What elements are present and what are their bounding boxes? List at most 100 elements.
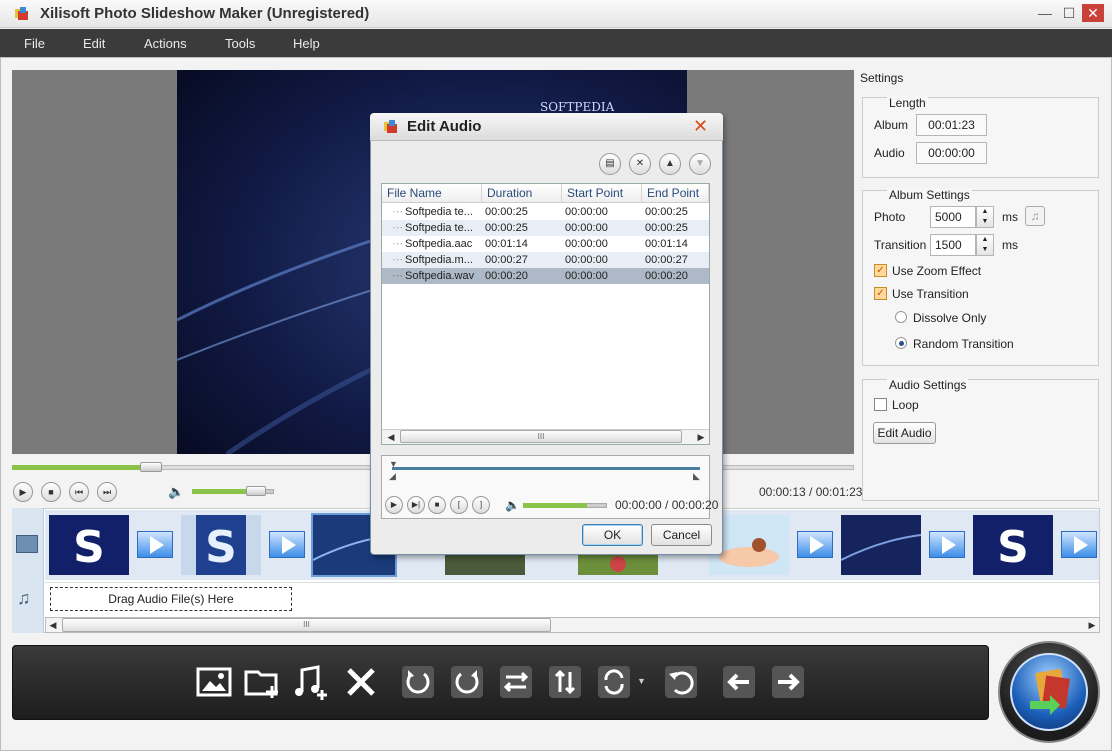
chevron-down-icon[interactable]: ▼ [637, 676, 646, 686]
use-transition-checkbox[interactable]: ✓ [874, 287, 887, 300]
transition-marker[interactable] [929, 531, 965, 558]
add-music-icon[interactable] [292, 664, 328, 700]
transition-marker[interactable] [797, 531, 833, 558]
add-photo-icon[interactable] [196, 664, 232, 700]
play-button[interactable]: ▶ [13, 482, 33, 502]
photo-duration-label: Photo [874, 210, 906, 224]
move-up-icon[interactable]: ▲ [659, 153, 681, 175]
photo-duration-stepper[interactable]: ▲ ▼ [976, 206, 994, 228]
end-point-cell: 00:01:14 [645, 238, 688, 250]
file-name-cell: Softpedia.wav [405, 270, 475, 282]
seek-handle[interactable] [140, 462, 162, 472]
volume-icon[interactable]: 🔈 [168, 484, 184, 500]
photo-thumbnail[interactable]: S [973, 515, 1053, 575]
transition-duration-input[interactable]: 1500 [930, 234, 976, 256]
photo-thumbnail[interactable] [841, 515, 921, 575]
transition-duration-stepper[interactable]: ▲ ▼ [976, 234, 994, 256]
seek-bar-progress [12, 465, 151, 470]
audio-play-selection-button[interactable]: ▶| [407, 496, 425, 514]
scroll-left-arrow[interactable]: ◀ [384, 430, 398, 444]
set-end-point-button[interactable]: ] [472, 496, 490, 514]
create-slideshow-icon[interactable] [1010, 653, 1088, 731]
photo-duration-input[interactable]: 5000 [930, 206, 976, 228]
audio-play-button[interactable]: ▶ [385, 496, 403, 514]
transition-marker[interactable] [137, 531, 173, 558]
menu-help[interactable]: Help [293, 36, 320, 51]
delete-icon[interactable] [343, 664, 379, 700]
remove-audio-icon[interactable]: ✕ [629, 153, 651, 175]
move-right-icon[interactable] [770, 664, 806, 700]
column-header-duration[interactable]: Duration [482, 184, 562, 203]
timeline-scroll-thumb[interactable]: III [62, 618, 551, 632]
start-point-cell: 00:00:00 [565, 222, 608, 234]
volume-handle[interactable] [246, 486, 266, 496]
audio-trim-range[interactable] [392, 467, 700, 470]
menu-tools[interactable]: Tools [225, 36, 255, 51]
photo-thumbnail[interactable] [578, 553, 658, 575]
edit-audio-button[interactable]: Edit Audio [873, 422, 936, 444]
minimize-button[interactable]: — [1034, 4, 1056, 22]
move-down-icon[interactable]: ▼ [689, 153, 711, 175]
transition-marker[interactable] [269, 531, 305, 558]
table-row-selected[interactable]: ⋯ Softpedia.wav 00:00:20 00:00:00 00:00:… [382, 268, 709, 284]
svg-text:S: S [73, 522, 105, 573]
set-start-point-button[interactable]: [ [450, 496, 468, 514]
scroll-left-arrow[interactable]: ◀ [46, 618, 60, 632]
volume-icon[interactable]: 🔈 [505, 498, 520, 512]
trim-start-handle-icon[interactable]: ◢ [389, 471, 396, 482]
previous-button[interactable]: ⏮ [69, 482, 89, 502]
transition-duration-label: Transition [874, 238, 927, 252]
transition-effect-icon[interactable] [596, 664, 632, 700]
menu-bar: File Edit Actions Tools Help [0, 29, 1112, 57]
zoom-effect-checkbox[interactable]: ✓ [874, 264, 887, 277]
add-folder-icon[interactable] [244, 664, 280, 700]
table-row[interactable]: ⋯ Softpedia.m... 00:00:27 00:00:00 00:00… [382, 252, 709, 268]
dialog-scroll-thumb[interactable]: III [400, 430, 682, 443]
transition-unit: ms [1002, 238, 1018, 252]
cancel-button[interactable]: Cancel [651, 524, 712, 546]
column-header-start-point[interactable]: Start Point [562, 184, 642, 203]
app-logo-icon [384, 120, 397, 133]
ok-button[interactable]: OK [582, 524, 643, 546]
playback-time: 00:00:13 / 00:01:23 [759, 485, 863, 499]
random-transition-radio[interactable] [895, 337, 907, 349]
rotate-right-icon[interactable] [449, 664, 485, 700]
dissolve-only-radio[interactable] [895, 311, 907, 323]
scroll-right-arrow[interactable]: ▶ [694, 430, 708, 444]
scroll-right-arrow[interactable]: ▶ [1085, 618, 1099, 632]
svg-text:S: S [997, 522, 1029, 573]
next-button[interactable]: ⏭ [97, 482, 117, 502]
music-note-icon[interactable]: ♫ [1025, 206, 1045, 226]
dialog-close-icon[interactable]: ✕ [693, 116, 708, 137]
timeline-track-icons [12, 508, 44, 633]
rotate-left-icon[interactable] [400, 664, 436, 700]
start-point-cell: 00:00:00 [565, 254, 608, 266]
use-transition-label: Use Transition [892, 287, 969, 301]
move-left-icon[interactable] [721, 664, 757, 700]
trim-start-marker-icon[interactable]: ▼ [389, 459, 398, 469]
menu-file[interactable]: File [24, 36, 45, 51]
photo-thumbnail[interactable]: S [49, 515, 129, 575]
audio-stop-button[interactable]: ■ [428, 496, 446, 514]
photo-thumbnail[interactable]: S [181, 515, 261, 575]
photo-thumbnail[interactable] [445, 553, 525, 575]
trim-end-handle-icon[interactable]: ◣ [693, 471, 700, 482]
maximize-button[interactable]: ☐ [1058, 4, 1080, 22]
column-header-file-name[interactable]: File Name [382, 184, 482, 203]
drag-audio-drop-zone[interactable]: Drag Audio File(s) Here [50, 587, 292, 611]
table-row[interactable]: ⋯ Softpedia te... 00:00:25 00:00:00 00:0… [382, 220, 709, 236]
undo-icon[interactable] [663, 664, 699, 700]
table-row[interactable]: ⋯ Softpedia te... 00:00:25 00:00:00 00:0… [382, 204, 709, 220]
flip-horizontal-icon[interactable] [498, 664, 534, 700]
add-audio-file-icon[interactable]: ▤ [599, 153, 621, 175]
close-button[interactable]: ✕ [1082, 4, 1104, 22]
stop-button[interactable]: ■ [41, 482, 61, 502]
column-header-end-point[interactable]: End Point [642, 184, 709, 203]
menu-edit[interactable]: Edit [83, 36, 105, 51]
menu-actions[interactable]: Actions [144, 36, 187, 51]
table-row[interactable]: ⋯ Softpedia.aac 00:01:14 00:00:00 00:01:… [382, 236, 709, 252]
loop-checkbox[interactable] [874, 398, 887, 411]
file-name-cell: Softpedia te... [405, 222, 473, 234]
flip-vertical-icon[interactable] [547, 664, 583, 700]
transition-marker[interactable] [1061, 531, 1097, 558]
